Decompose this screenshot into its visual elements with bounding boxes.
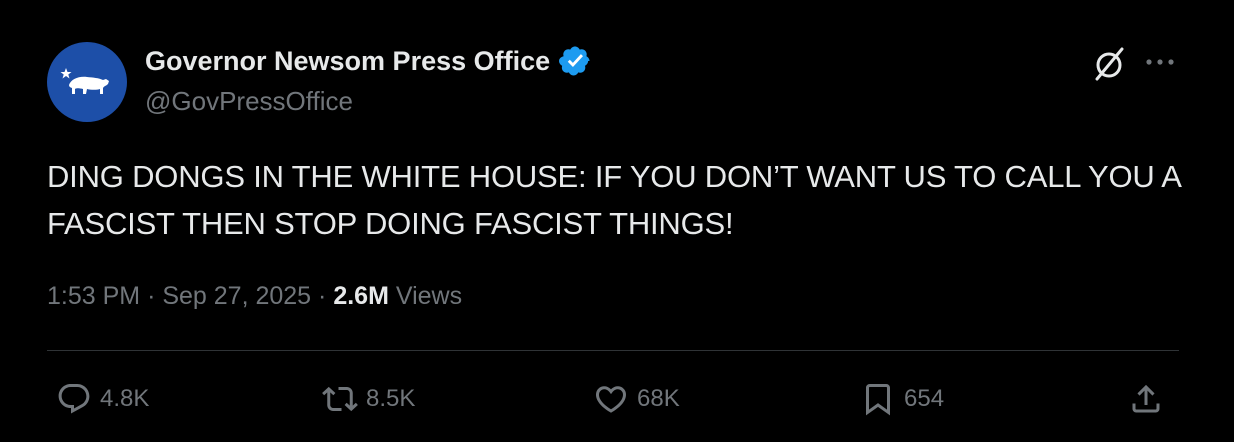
repost-count: 8.5K [366,385,416,412]
bookmark-icon [866,384,890,416]
reply-button[interactable]: 4.8K [56,378,149,420]
meta-separator: · [147,282,156,310]
tweet-time[interactable]: 1:53 PM [47,282,140,310]
tweet-meta: 1:53 PM · Sep 27, 2025 · 2.6M Views [47,282,462,311]
avatar[interactable] [47,42,127,122]
tweet-text: DING DONGS IN THE WHITE HOUSE: IF YOU DO… [47,159,1181,241]
meta-separator: · [318,282,327,310]
divider [47,350,1179,351]
handle[interactable]: @GovPressOffice [145,86,353,117]
heart-icon [595,386,627,413]
share-icon [1132,384,1160,413]
display-name[interactable]: Governor Newsom Press Office [145,44,592,78]
verified-badge-icon [559,46,590,76]
bookmark-count: 654 [904,385,945,412]
share-button[interactable] [1128,378,1164,420]
views-label: Views [395,282,463,310]
views-count[interactable]: 2.6M [333,282,389,310]
like-count: 68K [637,385,680,412]
grok-icon[interactable] [1089,44,1129,84]
california-bear-flag-icon [60,68,109,94]
repost-button[interactable]: 8.5K [322,378,415,420]
like-button[interactable]: 68K [593,378,680,420]
reply-count: 4.8K [100,385,150,412]
tweet-date[interactable]: Sep 27, 2025 [162,282,311,310]
repost-icon [322,386,358,412]
bookmark-button[interactable]: 654 [860,378,944,420]
reply-icon [58,384,90,414]
display-name-text: Governor Newsom Press Office [145,45,551,76]
more-dots-icon[interactable] [1143,52,1177,72]
